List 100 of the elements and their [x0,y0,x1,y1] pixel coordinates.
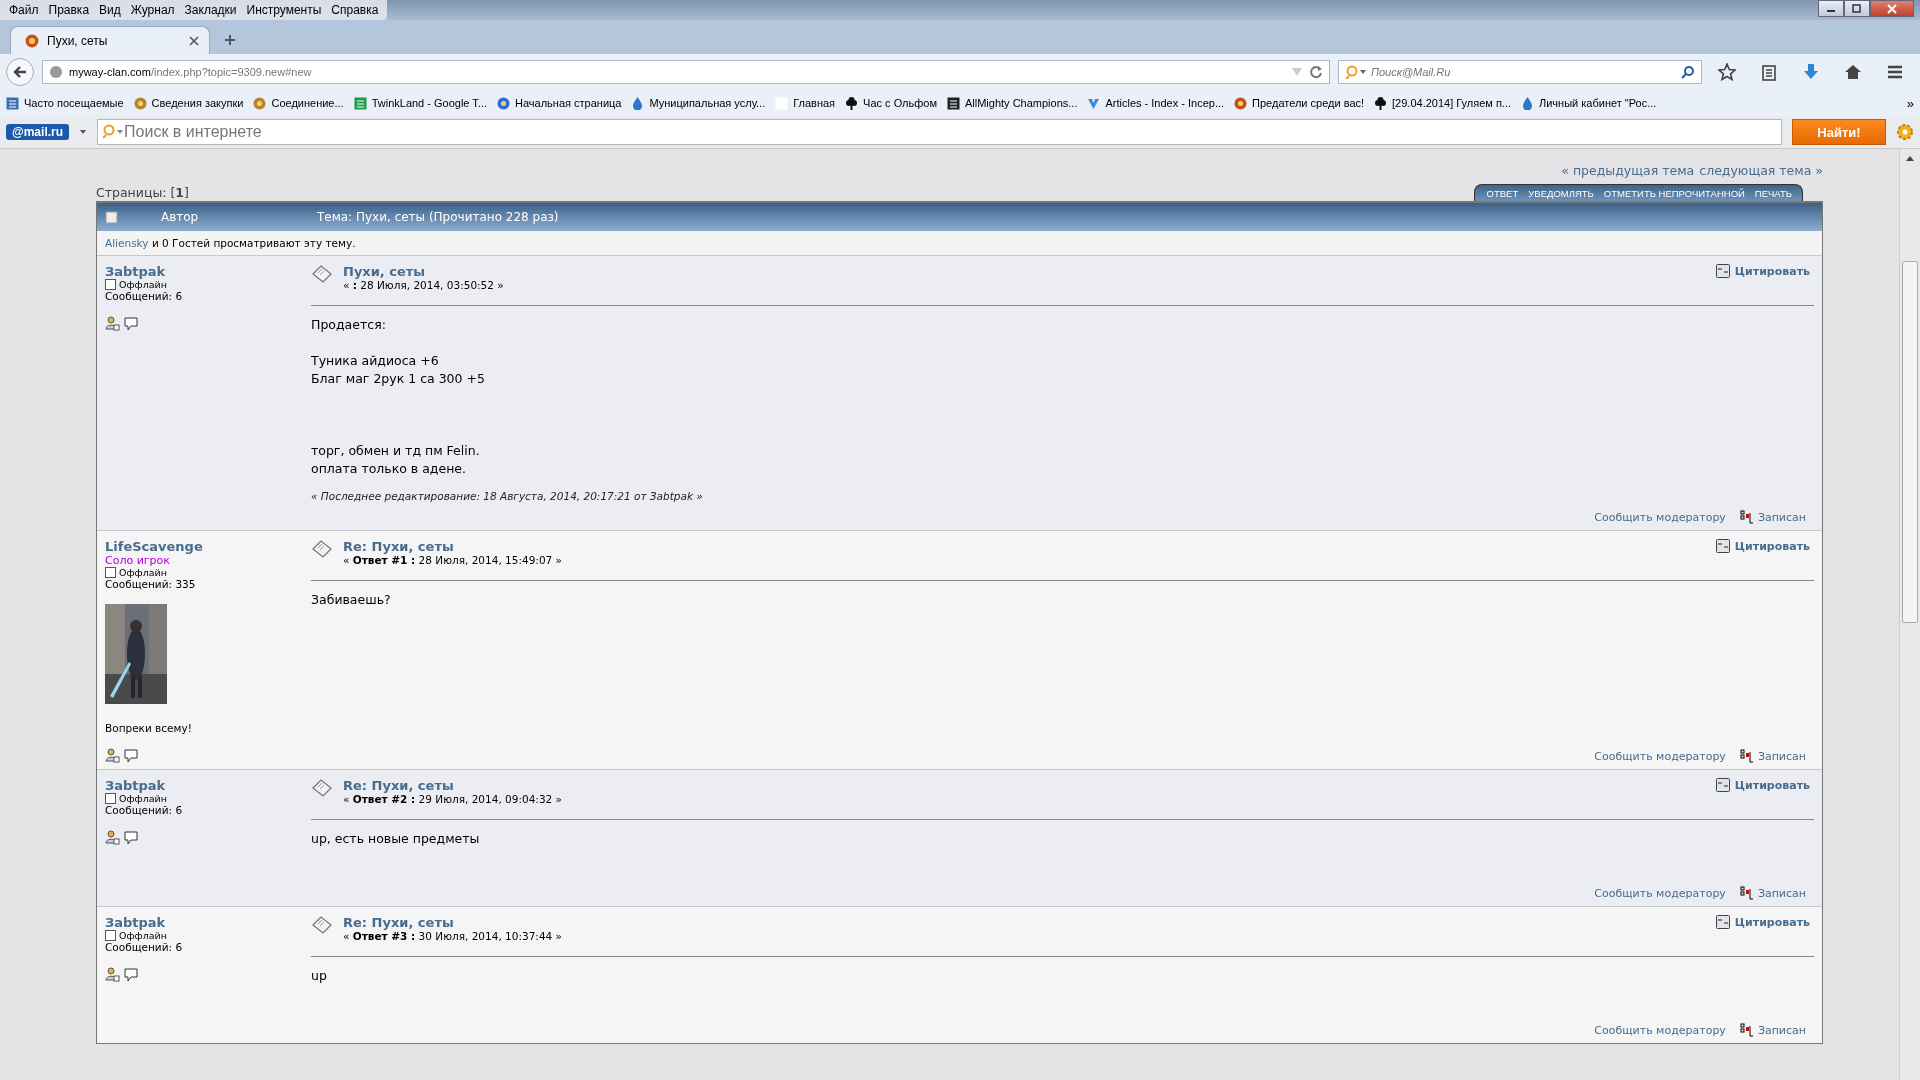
menu-item[interactable]: Справка [326,0,384,20]
network-icon [1739,510,1754,524]
bookmark-item[interactable]: Личный кабинет "Рос... [1521,96,1657,110]
network-icon [1739,749,1754,763]
speech-bubble-icon[interactable] [124,748,139,763]
action-link[interactable]: ПЕЧАТЬ [1754,188,1792,199]
status-text: Оффлайн [119,279,167,290]
profile-icon[interactable] [105,830,120,845]
back-button[interactable] [6,58,34,86]
report-link[interactable]: Сообщить модератору [1594,886,1726,900]
post-title-link[interactable]: Re: Пухи, сеты [343,539,562,554]
dropdown-icon[interactable] [79,129,88,135]
action-link[interactable]: ОТВЕТ [1486,188,1519,199]
gear-icon[interactable] [1896,123,1914,141]
profile-icon[interactable] [105,748,120,763]
close-button[interactable] [1870,0,1914,17]
download-icon[interactable] [1802,63,1820,81]
home-icon[interactable] [1844,63,1862,81]
magnifier-icon [102,124,125,140]
minimize-button[interactable] [1818,0,1844,17]
post-date: « Ответ #1 : 28 Июля, 2014, 15:49:07 » [343,554,562,566]
scroll-up-icon[interactable] [1906,155,1914,161]
menu-item[interactable]: Файл [4,0,44,20]
quote-icon [1715,778,1730,792]
bookmark-item[interactable]: Начальная страница [497,96,622,110]
new-tab-icon[interactable] [224,34,236,46]
address-bar[interactable]: myway-clan.com/index.php?topic=9309.new#new [42,60,1330,84]
report-link[interactable]: Сообщить модератору [1594,749,1726,763]
post-paragraph: Продается: [311,316,387,334]
logged-text: Записан [1757,511,1806,524]
post-title-link[interactable]: Пухи, сеты [343,264,504,279]
author-link[interactable]: Зabtpak [105,264,166,279]
post-date: « : 28 Июля, 2014, 03:50:52 » [343,279,504,291]
bookmark-item[interactable]: AllMighty Champions... [946,96,1078,110]
clover-icon [1374,96,1388,110]
profile-icon[interactable] [105,316,120,331]
speech-bubble-icon[interactable] [124,967,139,982]
search-box[interactable]: Поиск@Mail.Ru [1338,60,1702,84]
speech-bubble-icon[interactable] [124,830,139,845]
document-icon [6,96,19,110]
user-link[interactable]: Aliensky [105,237,149,249]
report-link[interactable]: Сообщить модератору [1594,510,1726,524]
emblem-icon [1234,96,1248,110]
menu-item[interactable]: Закладки [179,0,242,20]
close-icon[interactable] [189,35,199,46]
speech-bubble-icon[interactable] [124,316,139,331]
menu-item[interactable]: Вид [94,0,126,20]
menu-item[interactable]: Инструменты [241,0,327,20]
post-date: « Ответ #2 : 29 Июля, 2014, 09:04:32 » [343,793,562,805]
next-topic-link[interactable]: следующая тема » [1699,163,1823,178]
bookmark-item[interactable]: Сведения закупки [133,96,244,110]
bookmark-item[interactable]: TwinkLand - Google T... [353,96,487,110]
author-link[interactable]: Зabtpak [105,778,166,793]
scrollbar[interactable] [1899,149,1920,1080]
back-arrow-icon[interactable] [12,65,28,79]
bookmark-item[interactable]: Articles - Index - Incep... [1087,96,1225,110]
report-link[interactable]: Сообщить модератору [1594,1023,1726,1037]
clipboard-icon[interactable] [1760,63,1778,81]
browser-tab[interactable]: Пухи, сеты [10,26,210,54]
message-icon [311,264,333,284]
post-title-link[interactable]: Re: Пухи, сеты [343,778,562,793]
logged-text: Записан [1757,887,1806,900]
search-box[interactable]: Поиск в интернете [97,119,1782,145]
restore-icon[interactable] [1851,3,1863,14]
post-paragraph: Туника айдиоса +6 Благ маг 2рук 1 са 300 +5 [311,352,486,388]
quote-button[interactable]: Цитировать [1715,539,1810,553]
message-icon [311,915,333,935]
quote-button[interactable]: Цитировать [1715,264,1810,278]
mail-logo[interactable]: @mail.ru [6,124,70,140]
quote-button[interactable]: Цитировать [1715,915,1810,929]
author-link[interactable]: Зabtpak [105,915,166,930]
reload-icon[interactable] [1309,65,1323,79]
menu-item[interactable]: Правка [43,0,95,20]
quote-button[interactable]: Цитировать [1715,778,1810,792]
bookmark-item[interactable]: Часто посещаемые [6,96,124,110]
drop-icon [631,96,645,110]
post-count: Сообщений: 6 [105,941,183,953]
more-bookmarks-button[interactable]: » [1906,95,1914,111]
post-paragraph: торг, обмен и тд пм Felin. оплата только в адене. [311,442,481,478]
star-icon[interactable] [1718,63,1736,81]
post-title-link[interactable]: Re: Пухи, сеты [343,915,562,930]
status-text: Оффлайн [119,793,167,804]
search-icon[interactable] [1681,65,1695,79]
bookmark-item[interactable]: Муниципальная услу... [631,96,766,110]
bookmark-item[interactable]: Час с Ольфом [845,96,937,110]
previous-topic-link[interactable]: « предыдущая тема [1561,163,1695,178]
bookmark-item[interactable]: Соединение... [253,96,344,110]
restore-button[interactable] [1844,0,1870,17]
author-link[interactable]: LifeScavenge [105,539,203,554]
profile-icon[interactable] [105,967,120,982]
bookmark-item[interactable]: Главная [775,96,836,110]
action-link[interactable]: ОТМЕТИТЬ НЕПРОЧИТАННОЙ [1603,188,1745,199]
action-link[interactable]: УВЕДОМЛЯТЬ [1528,188,1594,199]
menu-item[interactable]: Журнал [125,0,180,20]
bookmark-item[interactable]: Предатели среди вас! [1234,96,1365,110]
menu-icon[interactable] [1886,63,1904,81]
check-icon [1087,96,1101,110]
bookmark-item[interactable]: [29.04.2014] Гуляем п... [1374,96,1511,110]
drop-icon [1521,96,1534,110]
post-paragraph: up, есть новые предметы [311,830,481,848]
